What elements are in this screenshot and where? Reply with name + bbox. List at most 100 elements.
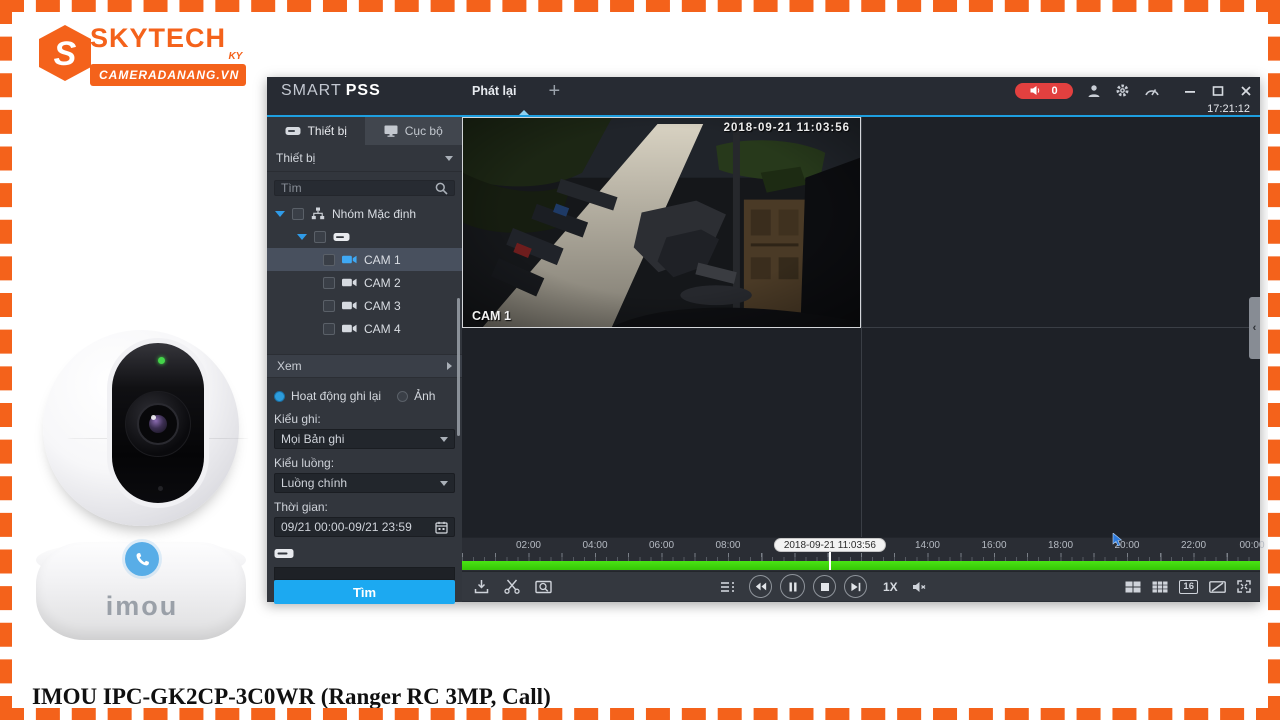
app-logo-smart: SMART (281, 81, 342, 99)
alarm-badge[interactable]: 0 (1015, 82, 1073, 99)
tree-expand-icon[interactable] (275, 210, 285, 217)
playback-toolbar: 1X 16 (462, 571, 1260, 601)
tree-group-row[interactable]: Nhóm Mặc định (267, 202, 462, 225)
logo-banner-text: CAMERADANANG.VN (99, 68, 240, 82)
tree-device-row[interactable] (267, 225, 462, 248)
close-icon[interactable] (1240, 85, 1252, 97)
minimize-icon[interactable] (1184, 85, 1196, 97)
next-frame-button[interactable] (844, 575, 867, 598)
chevron-down-icon (445, 155, 453, 161)
grid-4-icon[interactable] (1125, 581, 1141, 593)
svg-text:S: S (54, 35, 77, 73)
sidebar-scrollbar[interactable] (457, 298, 460, 436)
pause-button[interactable] (780, 574, 805, 599)
download-icon[interactable] (474, 579, 489, 594)
snip-icon[interactable] (504, 579, 520, 594)
sidebar-tab-device[interactable]: Thiết bị (267, 117, 365, 145)
time-range-input[interactable]: 09/21 00:00-09/21 23:59 (274, 517, 455, 537)
radio-activity-label: Hoạt động ghi lại (291, 389, 382, 403)
device-type-select[interactable]: Thiết bị (267, 145, 462, 172)
stream-type-select[interactable]: Luồng chính (274, 473, 455, 493)
camera-label: CAM 1 (364, 252, 401, 267)
video-grid: 2018-09-21 11:03:56 CAM 1 ‹ (462, 117, 1260, 537)
cursor-icon (1112, 533, 1123, 547)
radio-picture[interactable] (397, 390, 409, 402)
group-checkbox[interactable] (292, 207, 304, 220)
stop-button[interactable] (813, 575, 836, 598)
grid-9-icon[interactable] (1152, 581, 1168, 593)
radio-activity[interactable] (274, 390, 285, 402)
time-label: Thời gian: (274, 500, 328, 514)
imou-brand-text: imou (105, 591, 179, 621)
device-checkbox[interactable] (314, 230, 326, 243)
camera-sphere (43, 330, 249, 526)
stream-type-label: Kiểu luồng: (274, 456, 335, 470)
camera-icon (342, 255, 357, 264)
video-cell-cam1[interactable]: 2018-09-21 11:03:56 CAM 1 (462, 117, 861, 328)
logo-banner: CAMERADANANG.VN (90, 64, 247, 86)
camera-checkbox[interactable] (323, 322, 335, 335)
grid-16-icon[interactable]: 16 (1179, 579, 1198, 594)
camera-item[interactable]: CAM 3 (267, 294, 462, 317)
record-type-label: Kiểu ghi: (274, 412, 321, 426)
camera-icon (342, 278, 357, 287)
timeline-playhead[interactable] (828, 552, 831, 570)
fullscreen-icon[interactable] (1237, 580, 1251, 593)
alarm-count: 0 (1051, 84, 1058, 97)
camera-item[interactable]: CAM 4 (267, 317, 462, 340)
rewind-button[interactable] (749, 575, 772, 598)
timeline-hour-label: 06:00 (648, 540, 675, 551)
logo-suffix-text: KY (228, 51, 243, 62)
stop-icon (820, 582, 829, 591)
playlist-icon[interactable] (720, 580, 737, 594)
search-button[interactable]: Tìm (274, 580, 455, 604)
camera-checkbox[interactable] (323, 276, 335, 289)
titlebar: SMART PSS Phát lại + 0 17:21:12 (267, 77, 1260, 117)
user-icon[interactable] (1087, 84, 1101, 98)
timeline-hour-label: 04:00 (582, 540, 608, 551)
view-section-header[interactable]: Xem (267, 354, 462, 378)
maximize-icon[interactable] (1212, 85, 1224, 97)
phone-icon (125, 542, 159, 576)
sidebar: Thiết bị Cục bộ Thiết bị Tìm Nhóm Mặc đị… (267, 117, 462, 604)
camera-label: CAM 3 (364, 298, 401, 313)
filter-panel: Hoạt động ghi lại Ảnh Kiểu ghi: Mọi Bản … (267, 378, 462, 607)
playback-speed[interactable]: 1X (883, 580, 898, 594)
app-logo: SMART PSS (281, 82, 381, 100)
gauge-icon[interactable] (1144, 84, 1160, 97)
collapse-icon[interactable]: ‹ (1249, 297, 1260, 359)
tree-expand-icon[interactable] (297, 233, 307, 240)
camera-faceplate (107, 338, 209, 508)
skytech-logo: S SKYTECH KY CAMERADANANG.VN (34, 22, 247, 86)
status-led (158, 357, 165, 364)
record-type-select[interactable]: Mọi Bản ghi (274, 429, 455, 449)
camera-checkbox[interactable] (323, 299, 335, 312)
mute-icon[interactable] (912, 581, 927, 593)
search-icon (435, 182, 448, 195)
camera-item[interactable]: CAM 1 (267, 248, 462, 271)
smart-search-icon[interactable] (535, 580, 552, 594)
add-tab-button[interactable]: + (548, 81, 560, 101)
search-placeholder: Tìm (281, 181, 302, 195)
timeline[interactable]: 02:00 04:00 06:00 08:00 14:00 16:00 18:00 20:00… (462, 537, 1265, 571)
chevron-down-icon (440, 436, 448, 442)
timeline-hour-label: 16:00 (981, 540, 1007, 551)
timeline-hour-label: 18:00 (1047, 540, 1074, 551)
tab-indicator (519, 110, 529, 115)
timeline-record-track[interactable] (462, 561, 1260, 570)
camera-checkbox[interactable] (323, 253, 335, 266)
gear-icon[interactable] (1115, 83, 1130, 98)
camera-icon (342, 324, 357, 333)
calendar-icon (435, 521, 448, 534)
tab-playback[interactable]: Phát lại (472, 84, 516, 98)
search-input[interactable]: Tìm (274, 180, 455, 196)
split-icon[interactable] (1209, 580, 1226, 593)
group-icon (311, 207, 325, 220)
camera-label: CAM 2 (364, 275, 401, 290)
logo-brand-text: SKYTECH (90, 23, 227, 53)
video-osd-camera-label: CAM 1 (472, 309, 511, 323)
timeline-hour-label: 00:00 (1239, 540, 1265, 551)
camera-item[interactable]: CAM 2 (267, 271, 462, 294)
sidebar-tab-local[interactable]: Cục bộ (364, 117, 462, 145)
monitor-icon (384, 125, 398, 137)
